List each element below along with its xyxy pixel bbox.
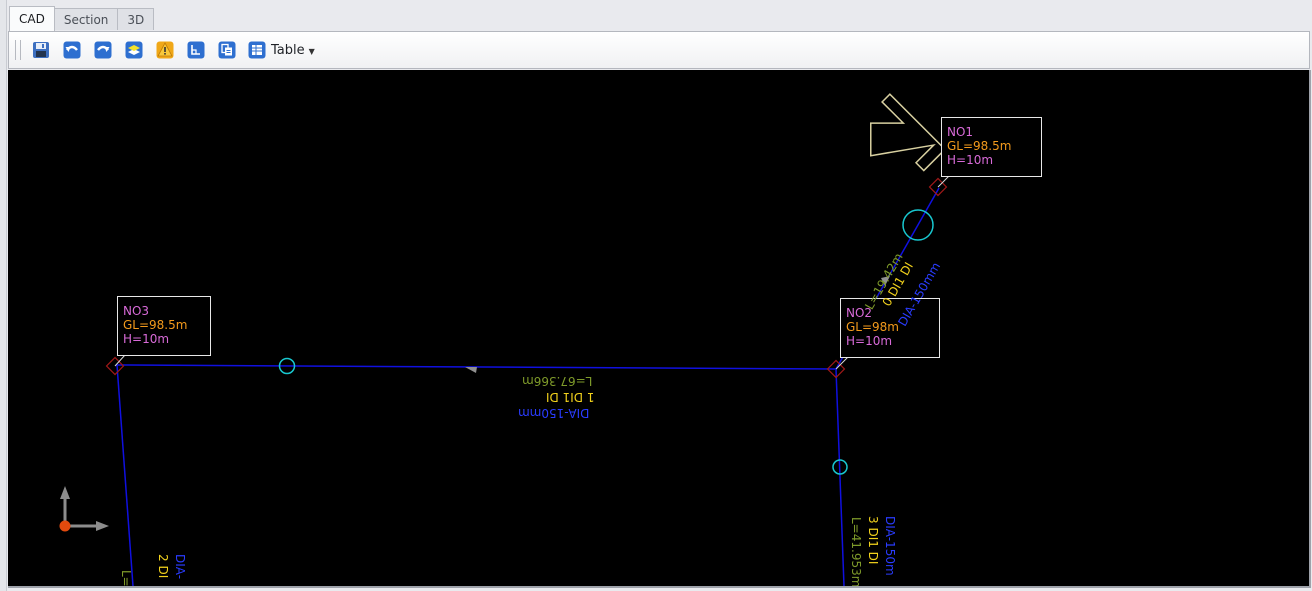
copy-button[interactable] bbox=[217, 40, 237, 60]
node-name: NO3 bbox=[123, 304, 150, 318]
pipe-3-id: 3 DI1 DI bbox=[866, 516, 880, 565]
save-button[interactable] bbox=[31, 40, 51, 60]
node-head: H=10m bbox=[846, 334, 893, 348]
table-icon bbox=[248, 41, 266, 59]
table-dropdown-button[interactable]: Table ▼ bbox=[248, 41, 315, 59]
pipe-2-length: L=5 bbox=[119, 570, 133, 588]
table-dropdown-label: Table bbox=[271, 42, 305, 58]
redo-icon bbox=[94, 41, 112, 59]
tab-cad[interactable]: CAD bbox=[9, 6, 55, 31]
node-ground-level: GL=98m bbox=[846, 320, 899, 334]
pipe-3-diameter: DIA-150m bbox=[883, 516, 897, 576]
pipe-1-id: 1 DI1 DI bbox=[546, 390, 595, 404]
pipe-3[interactable] bbox=[835, 368, 845, 586]
layers-button[interactable] bbox=[124, 40, 144, 60]
toolbar-grip[interactable] bbox=[15, 40, 21, 60]
tab-section[interactable]: Section bbox=[53, 8, 119, 30]
leader-no1 bbox=[937, 175, 950, 188]
warning-icon bbox=[156, 41, 174, 59]
pipe-1-diameter: DIA-150mm bbox=[518, 406, 590, 420]
layers-icon bbox=[125, 41, 143, 59]
warning-button[interactable] bbox=[155, 40, 175, 60]
node-label-no3[interactable]: NO3 GL=98.5m H=10m bbox=[117, 296, 211, 356]
node-ground-level: GL=98.5m bbox=[947, 139, 1012, 153]
copy-icon bbox=[218, 41, 236, 59]
left-panel-edge bbox=[0, 0, 7, 591]
chevron-down-icon: ▼ bbox=[308, 46, 315, 56]
pipe-3-length: L=41.953m bbox=[849, 517, 863, 588]
undo-icon bbox=[63, 41, 81, 59]
inflow-arrow bbox=[870, 93, 947, 172]
axis-gizmo bbox=[59, 486, 109, 532]
node-name: NO1 bbox=[947, 125, 974, 139]
node-head: H=10m bbox=[123, 332, 170, 346]
cad-canvas[interactable]: NO1 GL=98.5m H=10m NO2 GL=98m H=10m NO3 … bbox=[8, 70, 1311, 588]
pipe-1-length: L=67.366m bbox=[522, 374, 593, 388]
tab-3d[interactable]: 3D bbox=[117, 8, 155, 30]
pipe-2[interactable] bbox=[116, 364, 134, 586]
flow-marker-pipe-1 bbox=[465, 367, 477, 373]
view-tabs: CAD Section 3D bbox=[9, 6, 155, 31]
node-ground-level: GL=98.5m bbox=[123, 318, 188, 332]
axis-button[interactable] bbox=[186, 40, 206, 60]
undo-button[interactable] bbox=[62, 40, 82, 60]
pipe-2-diameter: DIA- bbox=[173, 554, 187, 580]
axis-icon bbox=[187, 41, 205, 59]
pipe-2-id: 2 DI bbox=[156, 554, 170, 579]
redo-button[interactable] bbox=[93, 40, 113, 60]
save-icon bbox=[33, 42, 49, 58]
node-head: H=10m bbox=[947, 153, 994, 167]
toolbar: Table ▼ bbox=[8, 31, 1310, 69]
node-label-no1[interactable]: NO1 GL=98.5m H=10m bbox=[941, 117, 1042, 177]
